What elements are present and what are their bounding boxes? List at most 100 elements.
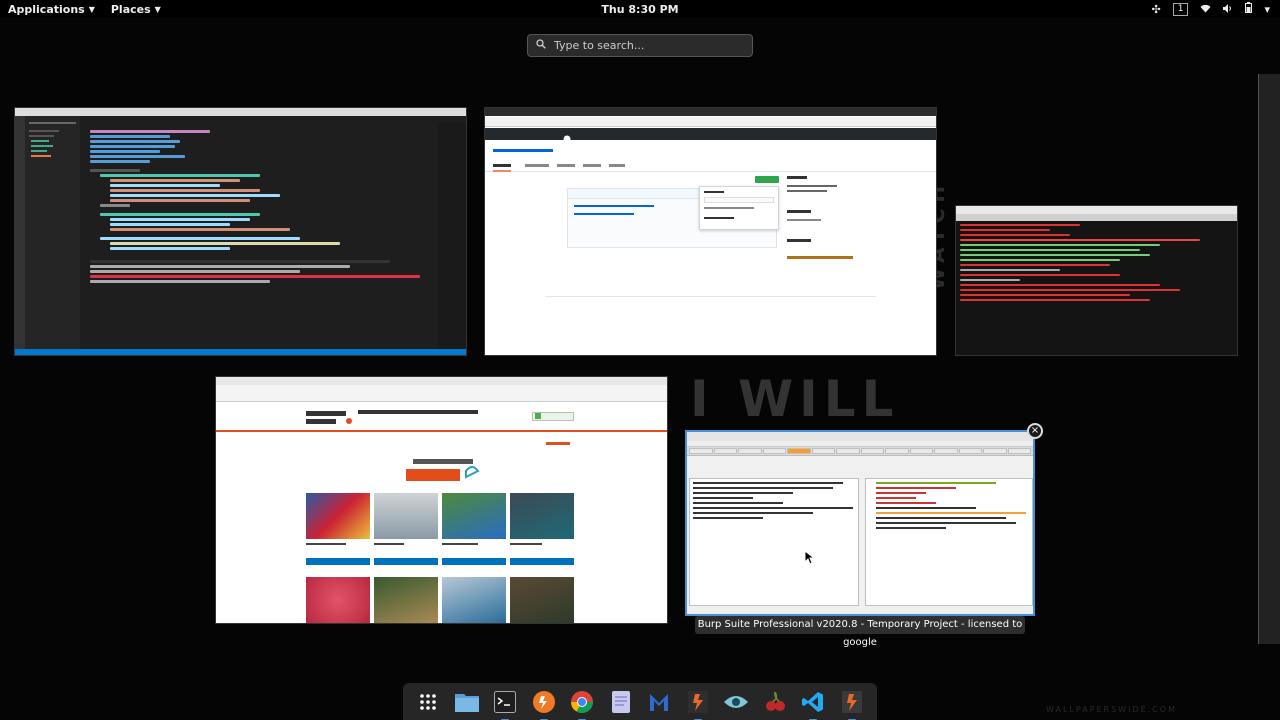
web-security-academy-logo xyxy=(306,409,354,430)
dock-item-terminal[interactable] xyxy=(491,688,519,720)
product-meta xyxy=(306,541,370,551)
window-titlebar xyxy=(687,432,1033,441)
terminal-output xyxy=(956,224,1237,301)
product-image xyxy=(510,493,574,539)
activities-overview: I WILL WATCH Applications ▼ Places ▼ Thu… xyxy=(0,0,1280,720)
vscode-minimap xyxy=(438,122,466,349)
we-like-to-shop-logo xyxy=(406,459,480,481)
window-titlebar xyxy=(216,377,667,385)
dash-dock xyxy=(403,683,877,720)
maltego-icon xyxy=(650,693,669,711)
close-icon: × xyxy=(1030,425,1040,436)
chevron-down-icon: ▼ xyxy=(154,4,161,14)
accessibility-icon[interactable]: ✣ xyxy=(1152,3,1161,16)
product-image xyxy=(442,577,506,623)
cherrytree-icon xyxy=(765,691,785,711)
window-offscreen-edge[interactable] xyxy=(1258,74,1280,644)
window-chrome-github[interactable] xyxy=(484,107,937,356)
lab-title xyxy=(358,409,478,416)
power-menu-icon[interactable]: ▾ xyxy=(1264,3,1270,16)
window-caption: Burp Suite Professional v2020.8 - Tempor… xyxy=(695,616,1025,648)
repo-tabs xyxy=(485,160,936,172)
dock-item-cherrytree[interactable] xyxy=(761,688,789,716)
search-icon xyxy=(536,39,546,52)
product-meta xyxy=(442,541,506,551)
burp-icon xyxy=(532,690,555,713)
burp-response-pane xyxy=(865,478,1033,606)
shop-banner xyxy=(398,457,488,489)
window-terminal[interactable] xyxy=(955,205,1238,356)
code-button xyxy=(755,176,779,183)
places-menu[interactable]: Places ▼ xyxy=(103,3,169,16)
product-image xyxy=(306,493,370,539)
burp-request-pane xyxy=(689,478,859,606)
wsa-header xyxy=(216,402,667,432)
repo-title xyxy=(493,148,553,154)
window-titlebar xyxy=(485,108,936,116)
files-icon xyxy=(454,693,479,712)
window-titlebar xyxy=(956,206,1237,214)
window-titlebar xyxy=(15,108,466,116)
window-vscode[interactable] xyxy=(14,107,467,356)
terminal-tabs xyxy=(956,214,1237,221)
browser-url-bar xyxy=(485,117,936,127)
mouse-cursor-icon xyxy=(804,549,816,569)
window-burp-suite[interactable] xyxy=(685,430,1035,616)
applications-menu[interactable]: Applications ▼ xyxy=(0,3,103,16)
system-tray: ✣ 1 ▾ xyxy=(1152,2,1270,16)
view-details-button[interactable] xyxy=(306,558,370,565)
applications-label: Applications xyxy=(8,2,85,16)
product-image xyxy=(374,493,438,539)
vscode-sidebar xyxy=(25,116,80,349)
product-image xyxy=(442,493,506,539)
top-bar: Applications ▼ Places ▼ Thu 8:30 PM ✣ 1 … xyxy=(0,0,1280,18)
dock-item-notes[interactable] xyxy=(607,688,635,716)
vscode-editor xyxy=(80,122,438,349)
dock-item-burp[interactable] xyxy=(530,688,558,720)
view-details-button[interactable] xyxy=(442,558,506,565)
workspace-indicator[interactable]: 1 xyxy=(1172,2,1189,16)
vscode-activity-bar xyxy=(15,116,25,349)
battery-icon[interactable] xyxy=(1245,2,1253,16)
burp-tool-tabs xyxy=(687,447,1033,456)
burp-community-icon xyxy=(841,690,862,713)
dock-item-chrome[interactable] xyxy=(568,688,596,720)
product-meta xyxy=(374,541,438,551)
eye-icon xyxy=(724,695,749,708)
product-image xyxy=(306,577,370,623)
product-image xyxy=(374,577,438,623)
clone-popover xyxy=(699,186,779,230)
github-logo-icon xyxy=(563,135,571,143)
dock-item-files[interactable] xyxy=(453,688,481,716)
dock-item-eye[interactable] xyxy=(722,688,750,716)
wallpaper-watermark: I WILL xyxy=(690,370,900,428)
view-details-button[interactable] xyxy=(510,558,574,565)
top-nav xyxy=(546,441,570,447)
chrome-icon xyxy=(571,690,594,713)
search-box[interactable] xyxy=(527,34,753,57)
volume-icon[interactable] xyxy=(1223,3,1233,16)
product-meta xyxy=(510,541,574,551)
dock-item-burp-pro[interactable] xyxy=(684,688,712,720)
chevron-down-icon: ▼ xyxy=(88,4,95,14)
clock[interactable]: Thu 8:30 PM xyxy=(601,3,678,16)
vscode-status-bar xyxy=(15,349,466,355)
dock-item-maltego[interactable] xyxy=(645,688,673,716)
wifi-icon[interactable] xyxy=(1200,3,1211,16)
terminal-icon xyxy=(494,690,517,713)
vscode-icon xyxy=(802,691,824,712)
dock-item-vscode[interactable] xyxy=(799,688,827,720)
window-websecurity-academy[interactable] xyxy=(215,376,668,624)
repo-about xyxy=(787,176,857,276)
close-window-button[interactable]: × xyxy=(1027,423,1043,439)
github-footer xyxy=(545,296,876,297)
dock-item-burp-community[interactable] xyxy=(838,688,866,720)
view-details-button[interactable] xyxy=(374,558,438,565)
burp-pro-icon xyxy=(687,690,708,713)
lab-status-badge xyxy=(532,412,574,421)
notes-icon xyxy=(611,690,630,713)
dock-item-show-apps[interactable] xyxy=(414,688,442,716)
search-input[interactable] xyxy=(554,39,734,52)
browser-url-bar xyxy=(216,385,667,402)
app-grid-icon xyxy=(420,693,437,710)
